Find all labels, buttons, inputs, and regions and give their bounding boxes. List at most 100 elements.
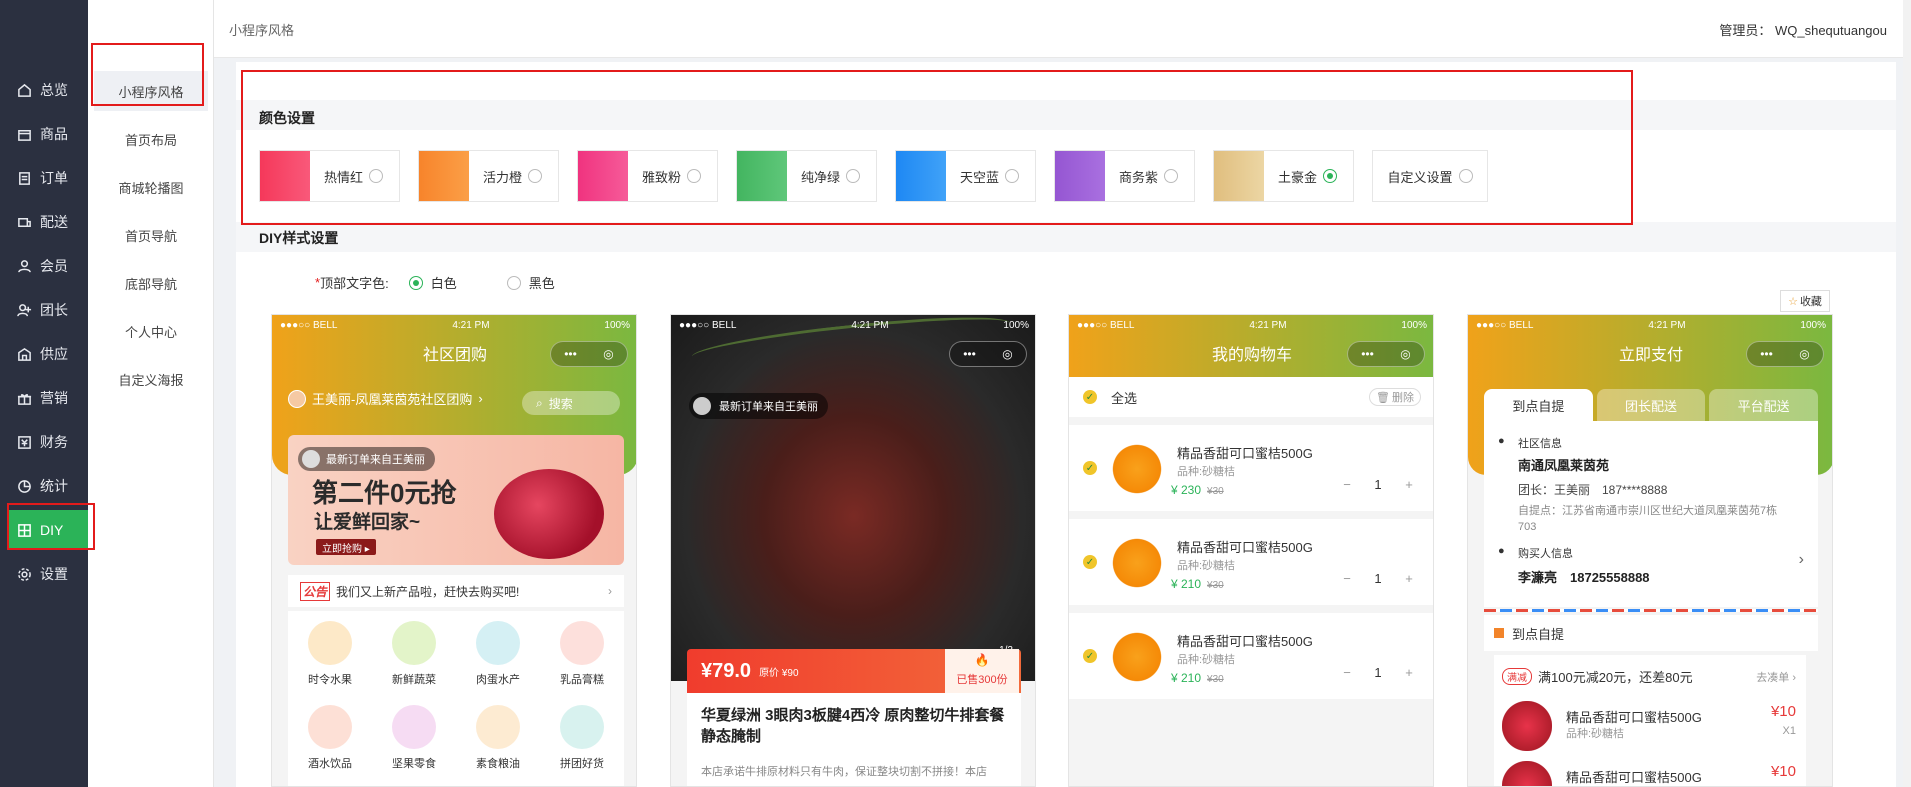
- sidebar-item-label: 订单: [40, 170, 68, 186]
- submenu-item-home-layout[interactable]: 首页布局: [88, 119, 214, 159]
- item-spec: 品种:砂糖桔: [1177, 560, 1236, 572]
- option-black[interactable]: 黑色: [506, 273, 555, 292]
- fire-icon: 🔥: [974, 653, 990, 667]
- submenu-item-profile[interactable]: 个人中心: [88, 311, 214, 351]
- buy-now-button[interactable]: 立即抢购 ▸: [316, 539, 376, 555]
- sidebar-item-finance[interactable]: 财务: [8, 422, 92, 462]
- current-price: ¥79.0: [701, 659, 752, 682]
- sidebar-item-goods[interactable]: 商品: [8, 114, 92, 154]
- category-label: 坚果零食: [392, 758, 436, 770]
- goods-price: ¥10: [1770, 703, 1796, 720]
- minus-button[interactable]: −: [1335, 571, 1359, 586]
- minus-button[interactable]: −: [1335, 477, 1359, 492]
- goods-item: 精品香甜可口蜜桔500G ¥10: [1494, 755, 1806, 786]
- category-meat[interactable]: 肉蛋水产: [456, 621, 540, 687]
- notice-bar[interactable]: 公告 我们又上新产品啦，赶快去购买吧! ›: [288, 575, 624, 607]
- option-white[interactable]: 白色: [408, 273, 457, 292]
- chevron-right-icon: ›: [608, 584, 612, 598]
- submenu-item-carousel[interactable]: 商城轮播图: [88, 167, 214, 207]
- delete-button[interactable]: 🗑 删除: [1369, 388, 1421, 406]
- plus-button[interactable]: +: [1397, 665, 1421, 680]
- category-groupbuy[interactable]: 拼团好货: [540, 705, 624, 771]
- select-all-row[interactable]: ✓ 全选 🗑 删除: [1069, 377, 1433, 417]
- submenu-item-bottom-nav[interactable]: 底部导航: [88, 263, 214, 303]
- sidebar-item-overview[interactable]: 总览: [8, 70, 92, 110]
- delete-label: 删除: [1391, 392, 1414, 404]
- status-carrier: ●●●○○ BELL: [280, 319, 338, 331]
- option-white-radio[interactable]: [408, 275, 423, 290]
- miniapp-capsule[interactable]: ••• ◎: [949, 341, 1027, 367]
- category-snacks[interactable]: 坚果零食: [372, 705, 456, 771]
- item-price: ¥ 210 ¥30: [1171, 671, 1224, 685]
- category-grain[interactable]: 素食粮油: [456, 705, 540, 771]
- avatar: [693, 397, 711, 415]
- sidebar-item-members[interactable]: 会员: [8, 246, 92, 286]
- category-vegetable[interactable]: 新鲜蔬菜: [372, 621, 456, 687]
- tab-platform-delivery[interactable]: 平台配送: [1709, 389, 1819, 421]
- category-fruit[interactable]: 时令水果: [288, 621, 372, 687]
- miniapp-capsule[interactable]: ••• ◎: [550, 341, 628, 367]
- favorite-button[interactable]: ☆ 收藏: [1780, 290, 1830, 312]
- supply-icon: [16, 346, 32, 362]
- phone-navbar: ••• ◎: [671, 335, 1035, 371]
- search-box[interactable]: ⌕ 搜索: [522, 391, 620, 415]
- search-placeholder: 搜索: [548, 396, 573, 411]
- location-text: 王美丽-凤凰莱茵苑社区团购: [312, 392, 473, 407]
- quantity-stepper[interactable]: −1 +: [1335, 473, 1421, 495]
- quantity-stepper[interactable]: −1 +: [1335, 567, 1421, 589]
- category-label: 素食粮油: [476, 758, 520, 770]
- status-bar: ●●●○○ BELL 4:21 PM 100%: [1468, 315, 1832, 335]
- category-dairy[interactable]: 乳品膏糕: [540, 621, 624, 687]
- page-scrollbar[interactable]: [1903, 0, 1911, 787]
- tab-pickup[interactable]: 到点自提: [1484, 389, 1593, 421]
- phone-title: 我的购物车: [1211, 347, 1292, 364]
- avatar: [302, 450, 320, 468]
- tab-leader-delivery[interactable]: 团长配送: [1596, 389, 1706, 421]
- option-label: 黑色: [528, 276, 555, 291]
- check-icon[interactable]: ✓: [1083, 390, 1097, 404]
- sidebar-item-settings[interactable]: 设置: [8, 554, 92, 594]
- plus-button[interactable]: +: [1397, 571, 1421, 586]
- category-drinks[interactable]: 酒水饮品: [288, 705, 372, 771]
- option-black-radio[interactable]: [506, 275, 521, 290]
- quantity-value: 1: [1374, 476, 1382, 492]
- check-icon[interactable]: ✓: [1083, 555, 1097, 569]
- miniapp-capsule[interactable]: ••• ◎: [1746, 341, 1824, 367]
- sidebar-item-stats[interactable]: 统计: [8, 466, 92, 506]
- sidebar-item-marketing[interactable]: 营销: [8, 378, 92, 418]
- envelope-divider: [1484, 609, 1818, 612]
- vegetable-icon: [392, 621, 436, 665]
- status-time: 4:21 PM: [1249, 319, 1287, 331]
- goods-name: 精品香甜可口蜜桔500G: [1566, 770, 1702, 785]
- phone-preview-cart: ●●●○○ BELL 4:21 PM 100% 我的购物车 ••• ◎ ✓ 全选…: [1068, 314, 1434, 787]
- community-location[interactable]: 王美丽-凤凰莱茵苑社区团购 ›: [288, 389, 483, 408]
- phone-title: 立即支付: [1618, 347, 1683, 364]
- more-icon: •••: [1760, 347, 1773, 361]
- orange-image: [1109, 441, 1165, 497]
- sidebar-item-supply[interactable]: 供应: [8, 334, 92, 374]
- community-name: 南通凤凰莱茵苑: [1518, 458, 1610, 473]
- check-icon[interactable]: ✓: [1083, 461, 1097, 475]
- promo-banner[interactable]: 最新订单来自王美丽 第二件0元抢 让爱鲜回家~ 立即抢购 ▸: [288, 435, 624, 565]
- sidebar-item-leaders[interactable]: 团长: [8, 290, 92, 330]
- quantity-stepper[interactable]: −1 +: [1335, 661, 1421, 683]
- sidebar-item-delivery[interactable]: 配送: [8, 202, 92, 242]
- submenu-item-poster[interactable]: 自定义海报: [88, 359, 214, 399]
- plus-button[interactable]: +: [1397, 477, 1421, 492]
- add-more-link[interactable]: 去凑单 ›: [1756, 669, 1796, 685]
- price-value: ¥ 230: [1171, 483, 1202, 497]
- phone-navbar: 立即支付 ••• ◎: [1468, 335, 1832, 371]
- category-label: 肉蛋水产: [476, 674, 520, 686]
- minus-button[interactable]: −: [1335, 665, 1359, 680]
- status-carrier: ●●●○○ BELL: [1077, 319, 1135, 331]
- check-icon[interactable]: ✓: [1083, 649, 1097, 663]
- chevron-right-icon: ›: [478, 391, 483, 406]
- admin-label[interactable]: 管理员： WQ_shequtuangou: [1719, 20, 1887, 39]
- chevron-right-icon[interactable]: ›: [1799, 551, 1804, 569]
- sidebar-item-orders[interactable]: 订单: [8, 158, 92, 198]
- miniapp-capsule[interactable]: ••• ◎: [1347, 341, 1425, 367]
- category-label: 酒水饮品: [308, 758, 352, 770]
- gear-icon: [16, 566, 32, 582]
- category-label: 乳品膏糕: [560, 674, 604, 686]
- submenu-item-home-nav[interactable]: 首页导航: [88, 215, 214, 255]
